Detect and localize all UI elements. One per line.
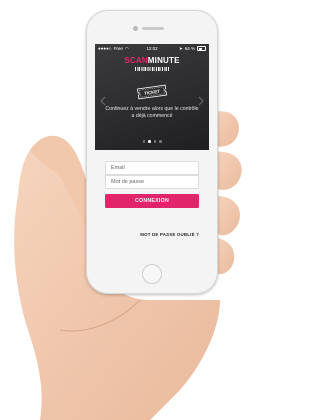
ticket-label: TICKET (144, 89, 161, 96)
chevron-left-icon[interactable] (99, 96, 107, 106)
earpiece-speaker (142, 27, 164, 30)
logo-minute: MINUTE (147, 56, 180, 65)
battery-percent: 64 % (184, 46, 195, 51)
chevron-right-icon[interactable] (197, 96, 205, 106)
battery-icon (197, 46, 206, 51)
onboarding-carousel[interactable]: ●●●●○ Free ◠ 12:02 ➤ 64 % SCANMINUTE TIC… (95, 44, 209, 150)
carousel-dot[interactable] (148, 140, 151, 143)
ticket-icon: TICKET (136, 84, 168, 100)
carousel-dot[interactable] (153, 140, 156, 143)
logo-scan: SCAN (124, 56, 148, 65)
carousel-caption: Continuez à vendre alors que le contrôle… (105, 106, 199, 119)
phone-screen: ●●●●○ Free ◠ 12:02 ➤ 64 % SCANMINUTE TIC… (95, 44, 209, 256)
location-icon: ➤ (178, 46, 183, 51)
status-bar: ●●●●○ Free ◠ 12:02 ➤ 64 % (95, 44, 209, 53)
home-button[interactable] (142, 264, 162, 284)
email-field[interactable]: Email (105, 161, 199, 175)
front-camera (133, 26, 138, 31)
app-logo: SCANMINUTE (95, 56, 209, 65)
carousel-indicator[interactable] (95, 140, 209, 143)
password-field[interactable]: Mot de passe (105, 175, 199, 189)
carousel-dot[interactable] (142, 140, 145, 143)
phone-device: ●●●●○ Free ◠ 12:02 ➤ 64 % SCANMINUTE TIC… (86, 10, 218, 294)
forgot-password-link[interactable]: MOT DE PASSE OUBLIÉ ? (140, 232, 199, 237)
login-form: Email Mot de passe CONNEXION MOT DE PASS… (95, 150, 209, 256)
login-button[interactable]: CONNEXION (105, 194, 199, 208)
carousel-dot[interactable] (159, 140, 162, 143)
barcode-icon (135, 67, 169, 71)
